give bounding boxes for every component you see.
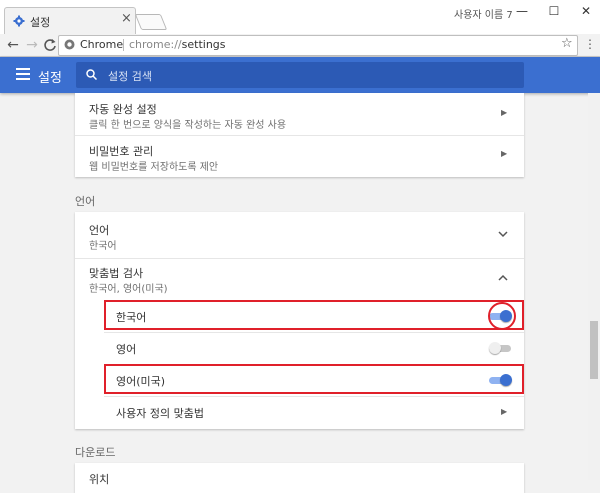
tab-close-icon[interactable]: × bbox=[121, 11, 132, 26]
spellcheck-english-label: 영어 bbox=[116, 343, 137, 356]
forward-button[interactable]: → bbox=[24, 37, 40, 53]
autofill-settings-row[interactable]: 자동 완성 설정 클릭 한 번으로 양식을 작성하는 자동 완성 사용 ▶ bbox=[75, 93, 524, 135]
custom-dictionary-row[interactable]: 사용자 정의 맞춤법 ▶ bbox=[104, 397, 524, 427]
spellcheck-title: 맞춤법 검사 bbox=[89, 267, 144, 280]
minimize-button[interactable]: — bbox=[508, 3, 536, 19]
passwords-title: 비밀번호 관리 bbox=[89, 145, 154, 158]
passwords-desc: 웹 비밀번호를 저장하도록 제안 bbox=[89, 162, 219, 173]
page-title: 설정 bbox=[38, 71, 62, 86]
chrome-menu-icon[interactable]: ⋮ bbox=[584, 37, 596, 51]
scrollbar[interactable] bbox=[588, 93, 600, 480]
omnibox-divider bbox=[123, 39, 124, 51]
autofill-title: 자동 완성 설정 bbox=[89, 103, 157, 116]
gear-icon bbox=[13, 15, 25, 27]
autofill-desc: 클릭 한 번으로 양식을 작성하는 자동 완성 사용 bbox=[89, 120, 287, 131]
language-value: 한국어 bbox=[89, 241, 117, 252]
spellcheck-english-row: 영어 bbox=[104, 333, 524, 363]
chrome-page-icon bbox=[64, 39, 75, 50]
tab-settings[interactable]: 설정 × bbox=[4, 7, 136, 35]
arrow-right-icon: ▶ bbox=[501, 407, 508, 416]
spellcheck-row[interactable]: 맞춤법 검사 한국어, 영어(미국) bbox=[75, 259, 524, 299]
password-manager-row[interactable]: 비밀번호 관리 웹 비밀번호를 저장하도록 제안 ▶ bbox=[75, 136, 524, 177]
section-heading-language: 언어 bbox=[75, 195, 96, 208]
spellcheck-english-toggle[interactable] bbox=[489, 342, 511, 354]
hamburger-menu-icon[interactable] bbox=[16, 68, 30, 80]
title-bar: 설정 × 사용자 이름 7 — ☐ ✕ bbox=[0, 0, 600, 35]
search-input[interactable]: 설정 검색 bbox=[108, 68, 152, 84]
search-icon bbox=[86, 69, 97, 80]
download-location-title: 위치 bbox=[89, 473, 110, 486]
bookmark-star-icon[interactable]: ☆ bbox=[561, 36, 573, 51]
chevron-down-icon bbox=[498, 231, 508, 238]
autofill-card: 자동 완성 설정 클릭 한 번으로 양식을 작성하는 자동 완성 사용 ▶ 비밀… bbox=[75, 93, 524, 177]
section-heading-download: 다운로드 bbox=[75, 446, 116, 459]
settings-search[interactable]: 설정 검색 bbox=[76, 62, 524, 88]
highlight-circle bbox=[488, 302, 516, 330]
back-button[interactable]: ← bbox=[5, 37, 21, 53]
arrow-right-icon: ▶ bbox=[501, 108, 508, 117]
new-tab-button[interactable] bbox=[134, 14, 168, 30]
download-card: 위치 bbox=[75, 463, 524, 493]
browser-toolbar: ← → Chrome chrome://settings ☆ ⋮ bbox=[0, 34, 600, 57]
profile-name[interactable]: 사용자 이름 7 bbox=[454, 6, 513, 21]
language-title: 언어 bbox=[89, 224, 110, 237]
site-label: Chrome bbox=[80, 38, 124, 51]
chevron-up-icon bbox=[498, 274, 508, 281]
highlight-box bbox=[104, 364, 524, 394]
url-text: chrome://settings bbox=[129, 38, 226, 51]
settings-header: 설정 설정 검색 bbox=[0, 57, 600, 93]
spellcheck-value: 한국어, 영어(미국) bbox=[89, 284, 168, 295]
reload-icon[interactable] bbox=[42, 37, 58, 53]
scrollbar-thumb[interactable] bbox=[590, 321, 598, 379]
maximize-button[interactable]: ☐ bbox=[540, 3, 568, 19]
language-row[interactable]: 언어 한국어 bbox=[75, 212, 524, 258]
address-bar[interactable]: Chrome chrome://settings ☆ bbox=[58, 35, 578, 56]
arrow-right-icon: ▶ bbox=[501, 149, 508, 158]
highlight-box bbox=[104, 300, 524, 330]
custom-dictionary-label: 사용자 정의 맞춤법 bbox=[116, 407, 204, 420]
close-window-button[interactable]: ✕ bbox=[572, 3, 600, 19]
tab-title: 설정 bbox=[30, 16, 51, 29]
